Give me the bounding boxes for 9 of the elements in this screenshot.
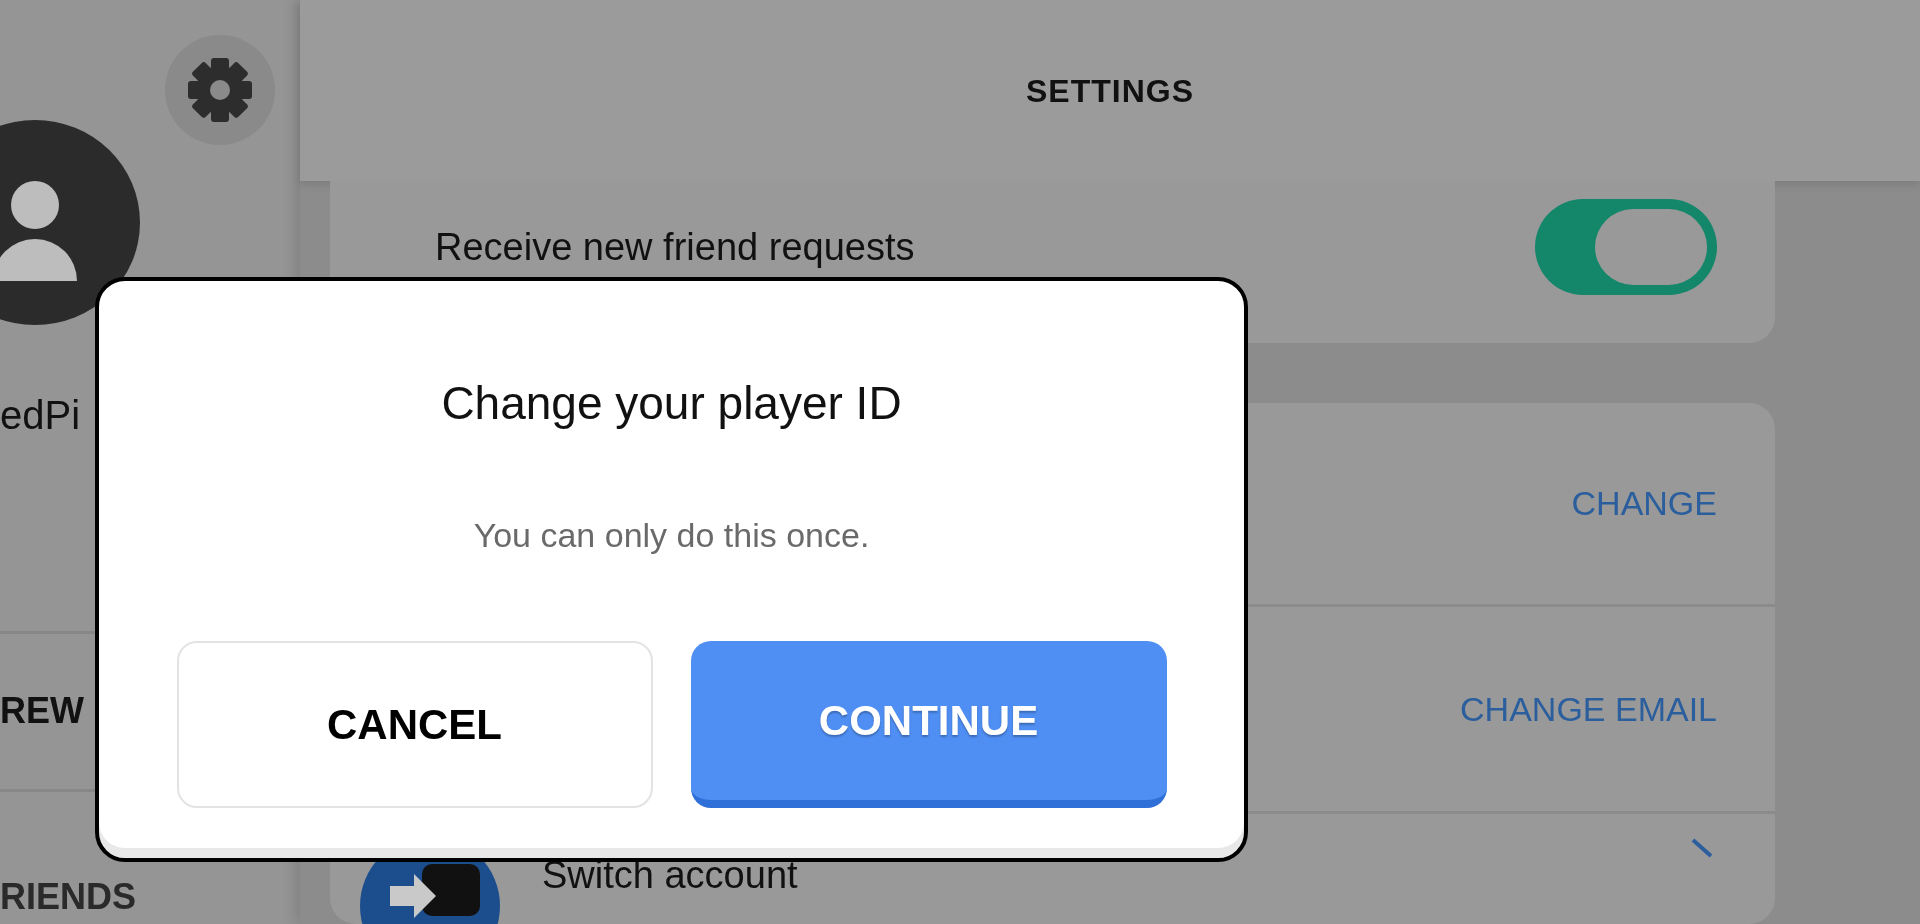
sidebar-item[interactable]: REW xyxy=(0,684,84,739)
player-name: edPi xyxy=(0,392,82,440)
page-title: SETTINGS xyxy=(300,0,1920,181)
continue-button[interactable]: CONTINUE xyxy=(690,641,1167,808)
dialog-message: You can only do this once. xyxy=(473,515,870,556)
setting-label: Receive new friend requests xyxy=(435,225,915,270)
cancel-button[interactable]: CANCEL xyxy=(176,641,653,808)
dialog-title: Change your player ID xyxy=(441,376,902,431)
sidebar-item[interactable]: RIENDS xyxy=(0,876,137,917)
